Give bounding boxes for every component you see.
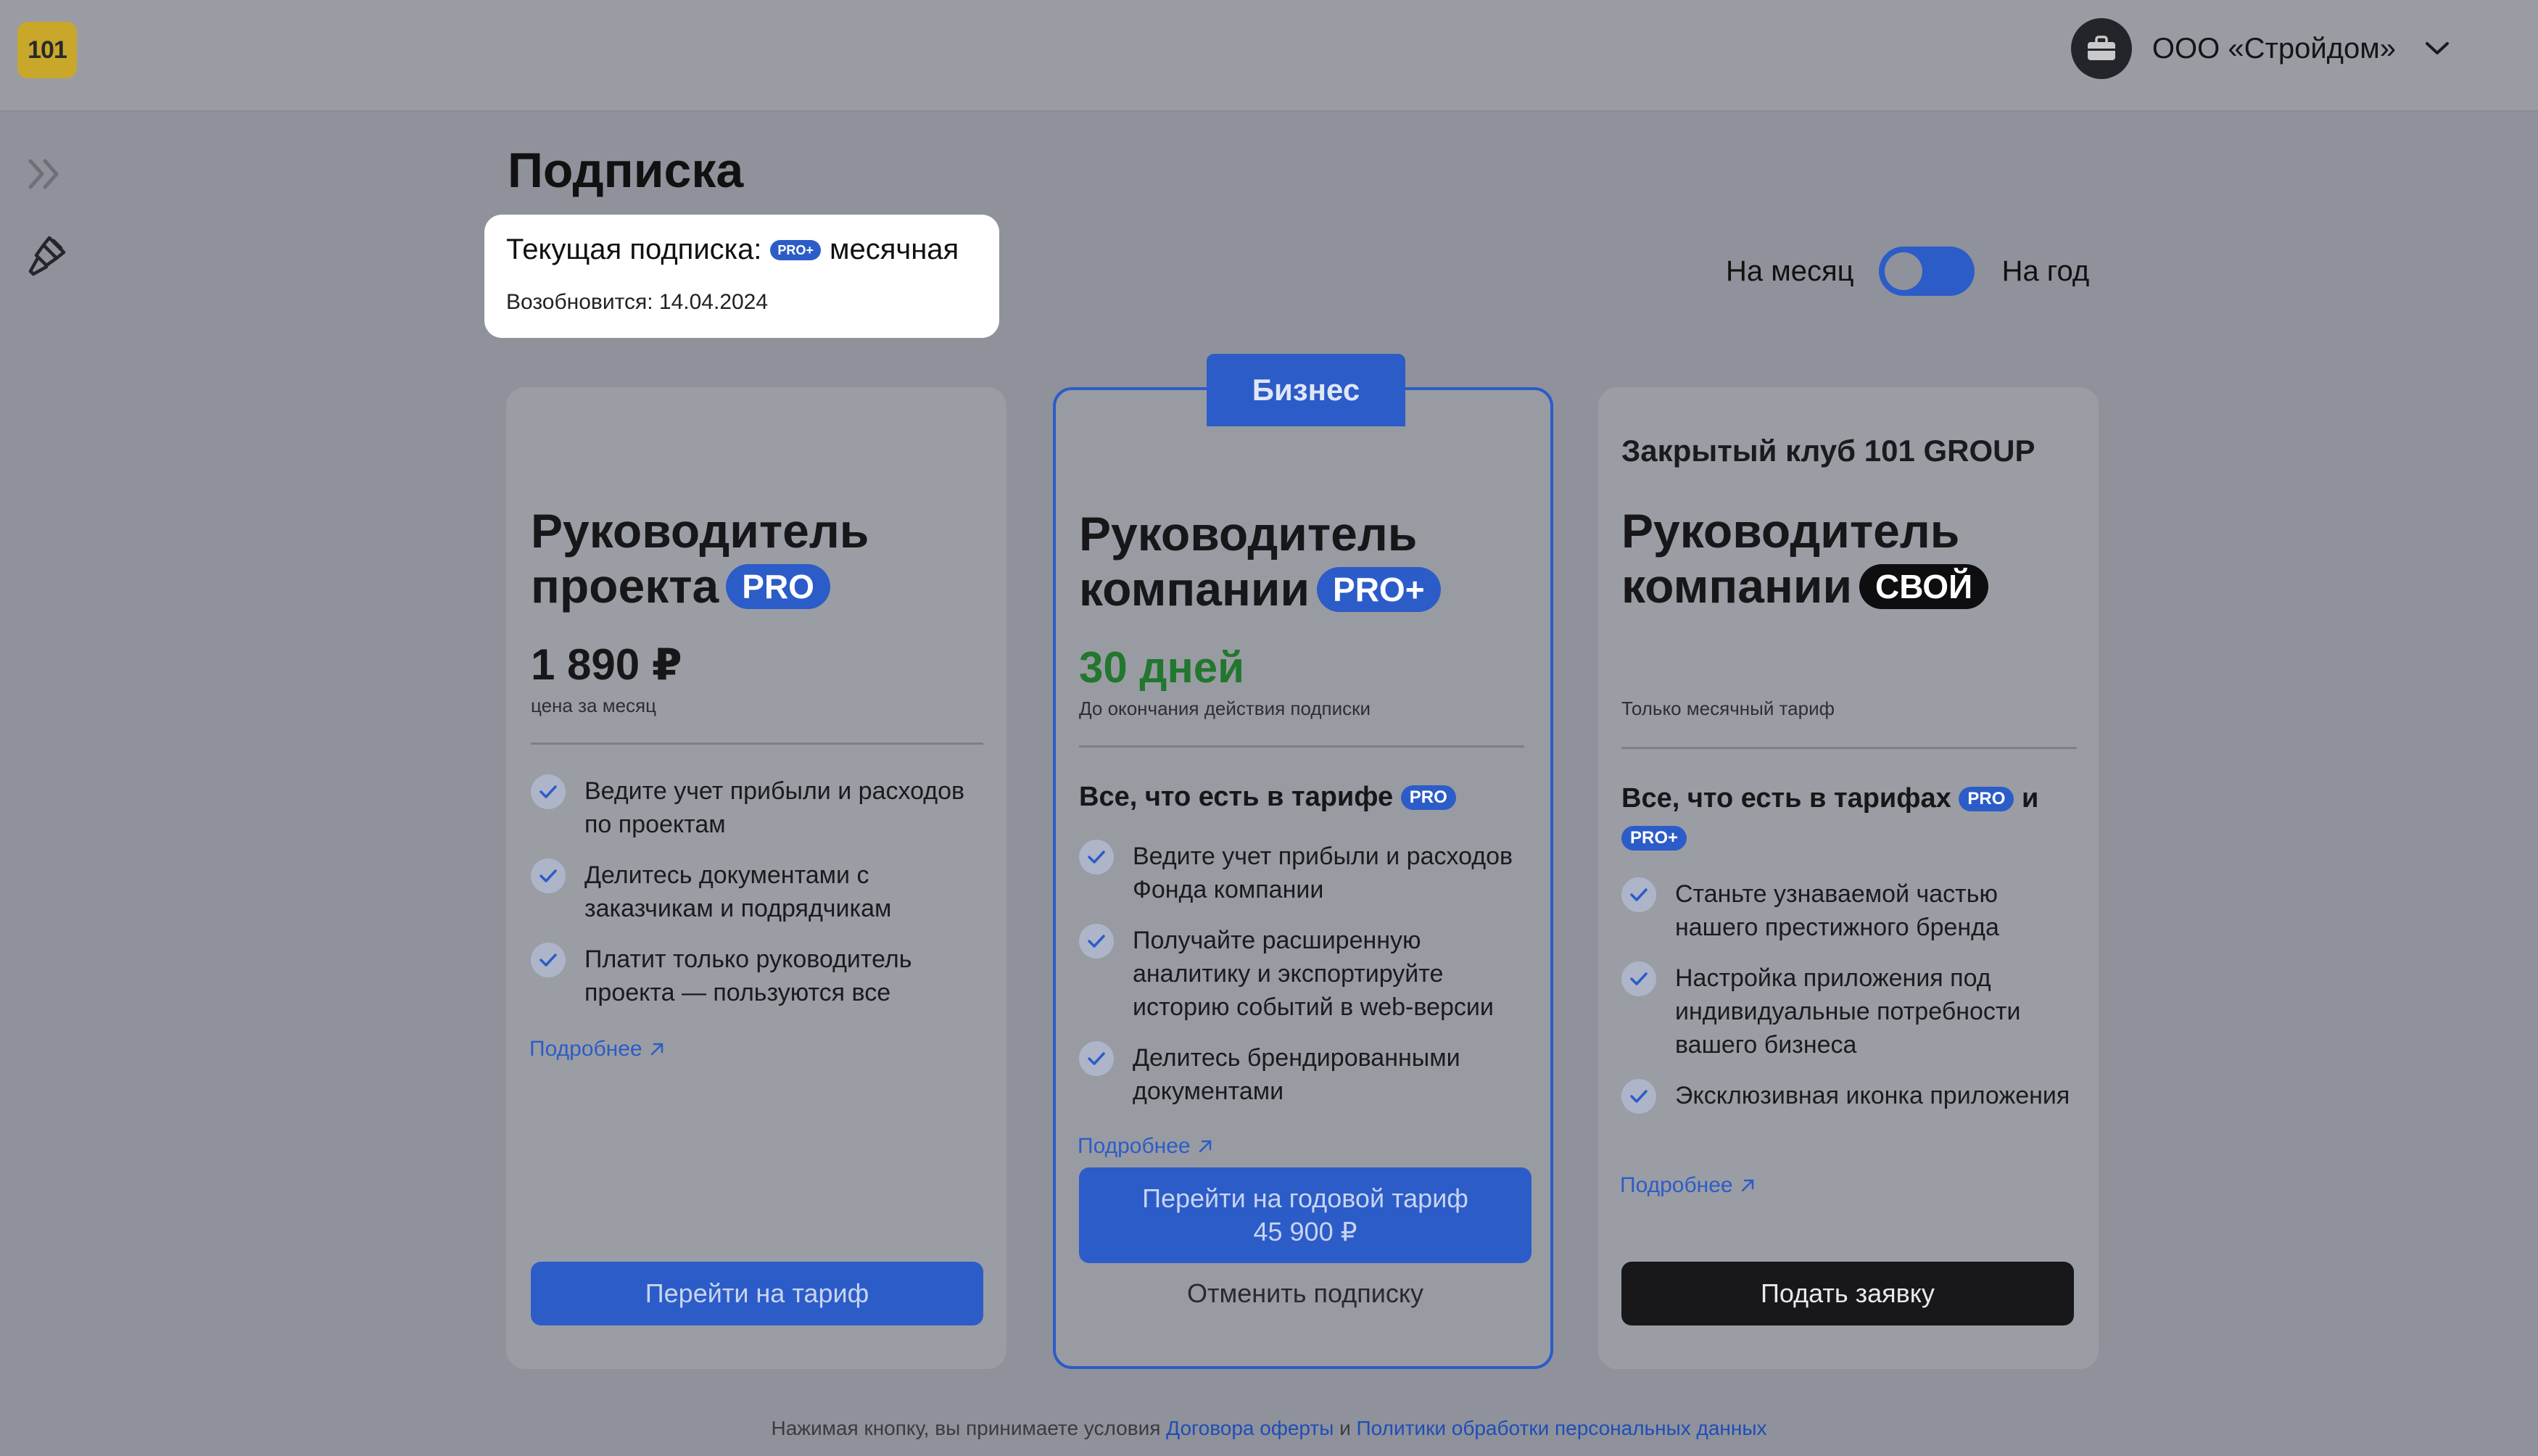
plan-price: 1 890 ₽: [531, 640, 682, 689]
check-icon: [1621, 877, 1656, 912]
feature-text: Платит только руководитель проекта — пол…: [584, 946, 912, 1006]
plan-title-line: проекта: [531, 559, 719, 613]
footer-text: Нажимая кнопку, вы принимаете условия: [771, 1417, 1161, 1439]
check-icon: [531, 943, 566, 977]
price-caption: цена за месяц: [531, 695, 657, 716]
legal-footer: Нажимая кнопку, вы принимаете условия До…: [0, 1417, 2538, 1440]
plan-badge: PRO: [1959, 787, 2014, 811]
month-label[interactable]: На месяц: [1726, 255, 1854, 288]
feature-item: Эксклюзивная иконка приложения: [1621, 1079, 2086, 1114]
feature-text: Ведите учет прибыли и расходов Фонда ком…: [1133, 843, 1513, 903]
check-icon: [531, 859, 566, 893]
club-kicker: Закрытый клуб 101 GROUP: [1621, 434, 2035, 468]
check-icon: [531, 774, 566, 809]
plan-title: Руководитель проекта PRO: [531, 503, 869, 613]
arrow-up-right-icon: [1199, 1140, 1211, 1153]
feature-text: Эксклюзивная иконка приложения: [1675, 1082, 2070, 1109]
offer-agreement-link[interactable]: Договора оферты: [1166, 1417, 1334, 1439]
more-link-label: Подробнее: [1078, 1134, 1191, 1158]
plan-title: Руководитель компании СВОЙ: [1621, 503, 1989, 613]
more-link-label: Подробнее: [1620, 1173, 1733, 1197]
feature-text: Делитесь брендированными документами: [1133, 1044, 1460, 1105]
business-tab: Бизнес: [1207, 354, 1405, 426]
feature-item: Платит только руководитель проекта — пол…: [531, 943, 988, 1009]
feature-item: Делитесь документами с заказчикам и подр…: [531, 859, 988, 925]
more-link-label: Подробнее: [529, 1037, 642, 1061]
current-subscription-panel: Текущая подписка: PRO+ месячная Возобнов…: [484, 215, 999, 338]
current-subscription-line: Текущая подписка: PRO+ месячная: [506, 233, 959, 266]
company-switcher[interactable]: ООО «Стройдом»: [2070, 16, 2538, 81]
check-icon: [1621, 1079, 1656, 1114]
switch-plan-button[interactable]: Перейти на тариф: [531, 1262, 983, 1325]
plan-title: Руководитель компании PRO+: [1079, 506, 1441, 616]
more-link[interactable]: Подробнее: [1620, 1173, 1756, 1198]
plan-title-line: Руководитель: [1079, 507, 1418, 561]
brush-icon[interactable]: [28, 233, 68, 277]
upgrade-annual-button[interactable]: Перейти на годовой тариф 45 900 ₽: [1079, 1167, 1532, 1263]
period-switch[interactable]: [1878, 247, 1975, 296]
footer-and: и: [1339, 1417, 1351, 1439]
plan-title-line: Руководитель: [1621, 504, 1960, 558]
divider: [1621, 747, 2077, 749]
feature-text: Получайте расширенную аналитику и экспор…: [1133, 927, 1494, 1021]
top-bar: 101 ООО «Стройдом»: [0, 0, 2538, 112]
button-price: 45 900 ₽: [1253, 1217, 1357, 1246]
current-subscription-period: месячная: [829, 233, 959, 265]
includes-heading: Все, что есть в тарифе PRO: [1079, 777, 1456, 816]
check-icon: [1079, 840, 1114, 874]
privacy-policy-link[interactable]: Политики обработки персональных данных: [1357, 1417, 1767, 1439]
plan-badge: PRO+: [770, 239, 821, 260]
apply-button[interactable]: Подать заявку: [1621, 1262, 2074, 1325]
current-subscription-label: Текущая подписка:: [506, 233, 762, 265]
divider: [531, 743, 983, 745]
feature-text: Станьте узнаваемой частью нашего престиж…: [1675, 880, 1999, 941]
plan-title-line: компании: [1079, 562, 1310, 616]
plan-title-line: Руководитель: [531, 504, 869, 558]
arrow-up-right-icon: [1741, 1179, 1753, 1192]
cancel-subscription-button[interactable]: Отменить подписку: [1079, 1273, 1532, 1314]
feature-text: Делитесь документами с заказчикам и подр…: [584, 861, 892, 922]
price-caption: Только месячный тариф: [1621, 698, 1835, 719]
divider: [1079, 745, 1524, 748]
feature-item: Ведите учет прибыли и расходов Фонда ком…: [1079, 840, 1529, 906]
year-label[interactable]: На год: [2002, 255, 2090, 288]
plan-title-line: компании: [1621, 559, 1853, 613]
plan-badge: СВОЙ: [1859, 564, 1989, 609]
check-icon: [1079, 924, 1114, 959]
plan-badge: PRO+: [1621, 826, 1687, 851]
button-label: Перейти на годовой тариф: [1142, 1183, 1468, 1213]
chevron-down-icon[interactable]: [2425, 41, 2450, 57]
arrow-up-right-icon: [650, 1043, 663, 1056]
feature-text: Настройка приложения под индивидуальные …: [1675, 964, 2021, 1059]
feature-item: Ведите учет прибыли и расходов по проект…: [531, 774, 988, 841]
switch-knob: [1884, 252, 1922, 290]
briefcase-icon: [2070, 18, 2132, 79]
plan-badge: PRO+: [1317, 567, 1441, 612]
feature-item: Получайте расширенную аналитику и экспор…: [1079, 924, 1529, 1024]
more-link[interactable]: Подробнее: [529, 1037, 666, 1062]
includes-text: Все, что есть в тарифах: [1621, 783, 1951, 814]
price-caption: До окончания действия подписки: [1079, 698, 1371, 719]
renewal-date: Возобновится: 14.04.2024: [506, 290, 769, 314]
includes-text: Все, что есть в тарифе: [1079, 782, 1394, 812]
expand-sidebar-icon[interactable]: [26, 157, 62, 191]
check-icon: [1621, 961, 1656, 996]
plan-badge: PRO: [1400, 785, 1456, 810]
feature-text: Ведите учет прибыли и расходов по проект…: [584, 777, 965, 838]
feature-item: Настройка приложения под индивидуальные …: [1621, 961, 2086, 1062]
company-name: ООО «Стройдом»: [2151, 32, 2396, 65]
feature-item: Делитесь брендированными документами: [1079, 1041, 1529, 1108]
includes-heading: Все, что есть в тарифах PRO и PRO+: [1621, 779, 2086, 857]
includes-and: и: [2021, 783, 2039, 814]
more-link[interactable]: Подробнее: [1078, 1134, 1214, 1159]
check-icon: [1079, 1041, 1114, 1076]
page-title: Подписка: [508, 143, 744, 198]
app-logo[interactable]: 101: [17, 22, 77, 78]
plan-badge: PRO: [726, 564, 830, 609]
days-remaining: 30 дней: [1079, 643, 1244, 692]
feature-item: Станьте узнаваемой частью нашего престиж…: [1621, 877, 2086, 944]
billing-period-toggle: На месяц На год: [1726, 247, 2089, 296]
